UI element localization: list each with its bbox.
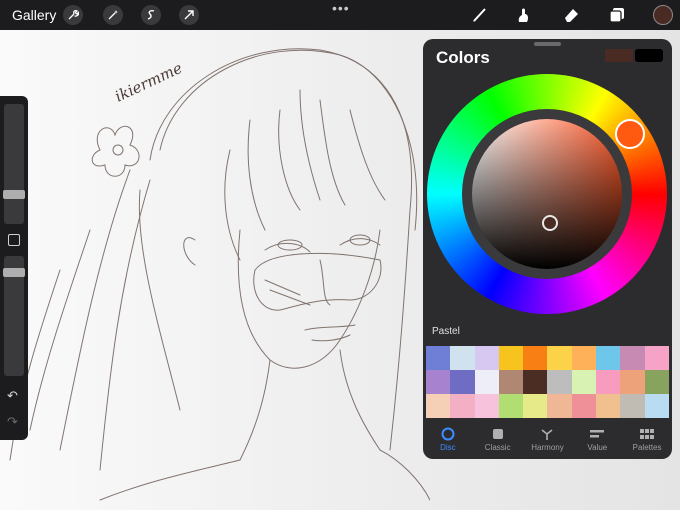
palette-swatch[interactable]: [547, 394, 572, 418]
tab-harmony[interactable]: Harmony: [523, 422, 573, 459]
palette-name: Pastel: [432, 326, 460, 337]
panel-grabber[interactable]: [534, 42, 561, 46]
panel-title: Colors: [436, 48, 490, 67]
palette-swatch[interactable]: [498, 370, 524, 394]
palette-swatch[interactable]: [596, 394, 621, 418]
tab-classic[interactable]: Classic: [473, 422, 523, 459]
magic-wand-icon[interactable]: [103, 5, 123, 25]
tab-label: Palettes: [632, 443, 662, 452]
selection-icon[interactable]: [141, 5, 161, 25]
harmony-icon: [540, 425, 554, 443]
palette-swatch[interactable]: [547, 346, 572, 370]
palette-swatch[interactable]: [644, 346, 669, 370]
palette-swatch[interactable]: [426, 370, 451, 394]
palette-swatch[interactable]: [474, 346, 499, 370]
palette-swatch[interactable]: [523, 394, 548, 418]
palette-swatch[interactable]: [498, 394, 524, 418]
palette-swatch[interactable]: [450, 370, 475, 394]
redo-icon[interactable]: ↷: [7, 414, 18, 430]
palette-swatch[interactable]: [450, 346, 475, 370]
signature-text: ikiermme: [112, 59, 185, 106]
current-color-button[interactable]: [653, 5, 673, 25]
layers-icon[interactable]: [606, 4, 628, 26]
gallery-button[interactable]: Gallery: [12, 7, 56, 23]
left-sidebar: ↶ ↷: [0, 96, 28, 440]
palette-swatch[interactable]: [547, 370, 572, 394]
palette-swatch[interactable]: [596, 370, 621, 394]
palette-swatch[interactable]: [523, 370, 548, 394]
disc-icon: [441, 425, 455, 443]
value-icon: [589, 425, 605, 443]
tab-palettes[interactable]: Palettes: [622, 422, 672, 459]
palette-swatch[interactable]: [426, 346, 451, 370]
palette-swatch[interactable]: [620, 370, 645, 394]
tab-label: Disc: [440, 443, 456, 452]
smudge-icon[interactable]: [512, 4, 534, 26]
more-options-button[interactable]: •••: [332, 0, 350, 16]
palette-swatch[interactable]: [474, 370, 499, 394]
sketch-artwork: ikiermme: [9, 48, 430, 501]
tab-label: Classic: [484, 443, 511, 452]
eraser-icon[interactable]: [560, 4, 582, 26]
previous-color-swatch[interactable]: [605, 49, 633, 62]
wheel-inner: [462, 109, 632, 279]
palette-swatch[interactable]: [571, 370, 597, 394]
tab-value[interactable]: Value: [572, 422, 622, 459]
brush-size-thumb[interactable]: [3, 190, 25, 199]
color-picker-knob[interactable]: [542, 215, 558, 231]
colors-panel: Colors Pastel Disc Classic Harmony Value…: [423, 39, 672, 459]
hue-knob[interactable]: [615, 119, 645, 149]
palette-swatch[interactable]: [571, 346, 597, 370]
tab-label: Value: [587, 443, 608, 452]
palette-swatch[interactable]: [498, 346, 524, 370]
opacity-thumb[interactable]: [3, 268, 25, 277]
top-toolbar: Gallery •••: [0, 0, 680, 30]
palette-swatch[interactable]: [620, 394, 645, 418]
hue-ring[interactable]: [427, 74, 667, 314]
palette-swatch[interactable]: [474, 394, 499, 418]
palette-grid: [426, 346, 669, 418]
classic-icon: [492, 425, 504, 443]
palettes-icon: [640, 425, 655, 443]
transform-icon[interactable]: [179, 5, 199, 25]
color-mode-tabs: Disc Classic Harmony Value Palettes: [423, 422, 672, 459]
palette-swatch[interactable]: [620, 346, 645, 370]
wrench-icon[interactable]: [63, 5, 83, 25]
palette-swatch[interactable]: [426, 394, 451, 418]
tab-label: Harmony: [531, 443, 564, 452]
palette-swatch[interactable]: [571, 394, 597, 418]
brush-size-slider[interactable]: [4, 104, 24, 224]
palette-swatch[interactable]: [450, 394, 475, 418]
tab-disc[interactable]: Disc: [423, 422, 473, 459]
current-color-swatch[interactable]: [635, 49, 663, 62]
undo-icon[interactable]: ↶: [7, 388, 18, 404]
palette-swatch[interactable]: [596, 346, 621, 370]
saturation-brightness-disc[interactable]: [472, 119, 622, 269]
palette-swatch[interactable]: [644, 394, 669, 418]
brush-icon[interactable]: [469, 4, 491, 26]
modify-button[interactable]: [8, 234, 20, 246]
palette-swatch[interactable]: [644, 370, 669, 394]
palette-swatch[interactable]: [523, 346, 548, 370]
